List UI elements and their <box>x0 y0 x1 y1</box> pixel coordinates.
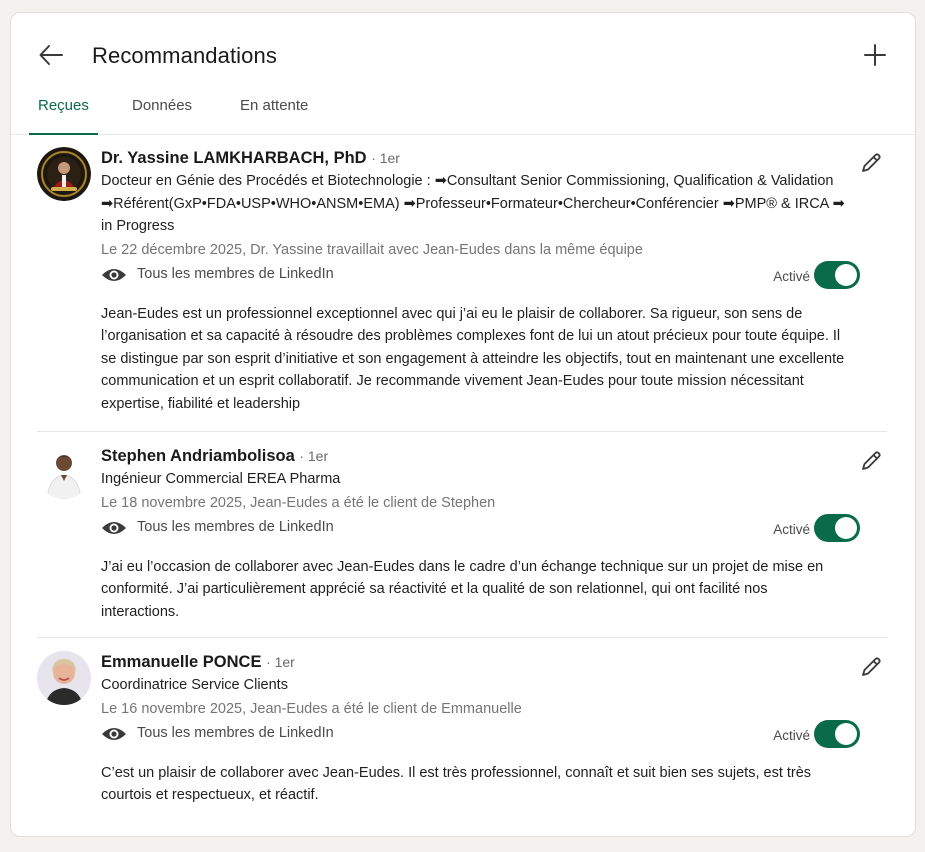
eye-icon <box>102 521 126 534</box>
recommender-name-line: Stephen Andriambolisoa · 1er <box>101 445 887 467</box>
recommender-name-line: Dr. Yassine LAMKHARBACH, PhD · 1er <box>101 147 887 169</box>
recommendation-item: Dr. Yassine LAMKHARBACH, PhD · 1er Docte… <box>37 147 887 432</box>
recommendation-item: Stephen Andriambolisoa · 1er Ingénieur C… <box>37 445 887 638</box>
visibility-label: Tous les membres de LinkedIn <box>137 724 334 741</box>
visibility-label: Tous les membres de LinkedIn <box>137 518 334 535</box>
recommendations-card: Recommandations Reçues Données En attent… <box>10 12 916 837</box>
pencil-icon <box>862 153 881 172</box>
recommender-name-line: Emmanuelle PONCE · 1er <box>101 651 887 673</box>
recommender-name[interactable]: Emmanuelle PONCE <box>101 653 261 671</box>
edit-button[interactable] <box>855 147 887 179</box>
edit-button[interactable] <box>855 651 887 683</box>
add-recommendation-button[interactable] <box>857 37 893 73</box>
toggle-knob <box>835 722 857 745</box>
tab-received[interactable]: Reçues <box>29 93 98 135</box>
recommendation-item: Emmanuelle PONCE · 1er Coordinatrice Ser… <box>37 651 887 821</box>
recommendation-text: C’est un plaisir de collaborer avec Jean… <box>101 764 812 804</box>
recommender-headline: Docteur en Génie des Procédés et Biotech… <box>101 173 845 234</box>
header: Recommandations <box>11 13 915 93</box>
toggle-status-label: Activé <box>773 521 810 537</box>
avatar <box>37 147 91 201</box>
toggle-status-label: Activé <box>773 268 810 284</box>
visibility-label: Tous les membres de LinkedIn <box>137 265 334 282</box>
toggle-knob <box>835 263 857 286</box>
connection-degree: · 1er <box>299 448 329 464</box>
page-title: Recommandations <box>92 43 277 68</box>
connection-degree: · 1er <box>266 654 295 670</box>
avatar <box>37 445 91 499</box>
visibility-toggle[interactable] <box>814 260 860 289</box>
recommender-name[interactable]: Dr. Yassine LAMKHARBACH, PhD <box>101 149 367 167</box>
back-button[interactable] <box>33 37 69 73</box>
visibility-row: Tous les membres de LinkedIn Activé <box>101 513 887 544</box>
tab-pending[interactable]: En attente <box>240 93 308 135</box>
pencil-icon <box>862 657 881 676</box>
edit-button[interactable] <box>855 445 887 477</box>
visibility-row: Tous les membres de LinkedIn Activé <box>101 260 887 291</box>
arrow-left-icon <box>39 45 63 65</box>
connection-degree: · 1er <box>371 150 400 166</box>
visibility-row: Tous les membres de LinkedIn Activé <box>101 719 887 750</box>
pencil-icon <box>862 451 881 470</box>
recommendation-content: Stephen Andriambolisoa · 1er Ingénieur C… <box>101 445 887 623</box>
recommendation-text: J’ai eu l’occasion de collaborer avec Je… <box>101 558 824 620</box>
recommendation-date: Le 22 décembre 2025, Dr. Yassine travail… <box>101 241 643 258</box>
recommendation-content: Dr. Yassine LAMKHARBACH, PhD · 1er Docte… <box>101 147 887 415</box>
recommendation-text: Jean-Eudes est un professionnel exceptio… <box>101 305 845 412</box>
eye-icon <box>102 268 126 281</box>
recommendation-content: Emmanuelle PONCE · 1er Coordinatrice Ser… <box>101 651 887 807</box>
visibility-toggle[interactable] <box>814 719 860 748</box>
recommender-name[interactable]: Stephen Andriambolisoa <box>101 447 295 465</box>
eye-icon <box>102 727 126 740</box>
tab-given[interactable]: Données <box>132 93 192 135</box>
recommendation-date: Le 18 novembre 2025, Jean-Eudes a été le… <box>101 494 496 511</box>
recommender-headline: Ingénieur Commercial EREA Pharma <box>101 471 341 487</box>
avatar <box>37 651 91 705</box>
toggle-knob <box>835 516 857 539</box>
plus-icon <box>864 44 886 66</box>
recommendation-date: Le 16 novembre 2025, Jean-Eudes a été le… <box>101 700 522 717</box>
visibility-toggle[interactable] <box>814 513 860 542</box>
recommender-headline: Coordinatrice Service Clients <box>101 677 288 693</box>
tab-bar: Reçues Données En attente <box>11 93 915 135</box>
toggle-status-label: Activé <box>773 727 810 743</box>
